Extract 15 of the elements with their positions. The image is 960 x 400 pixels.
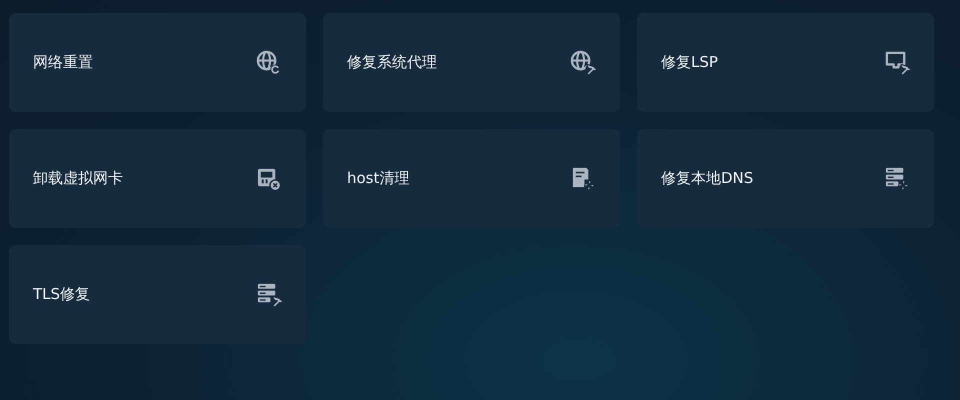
tool-card[interactable]: host清理	[323, 129, 620, 228]
tool-label: 修复系统代理	[347, 53, 437, 72]
tool-card[interactable]: 修复本地DNS	[637, 129, 934, 228]
tool-label: TLS修复	[33, 285, 90, 304]
tool-card[interactable]: 修复系统代理	[323, 13, 620, 112]
tool-card[interactable]: 卸载虚拟网卡	[9, 129, 306, 228]
tool-card[interactable]: 网络重置	[9, 13, 306, 112]
tool-label: 修复本地DNS	[661, 169, 754, 188]
tool-card[interactable]: TLS修复	[9, 245, 306, 344]
globe-refresh-icon	[256, 50, 282, 76]
tool-card[interactable]: 修复LSP	[637, 13, 934, 112]
tool-label: host清理	[347, 169, 410, 188]
tool-label: 网络重置	[33, 53, 93, 72]
tool-label: 修复LSP	[661, 53, 718, 72]
tool-label: 卸载虚拟网卡	[33, 169, 123, 188]
